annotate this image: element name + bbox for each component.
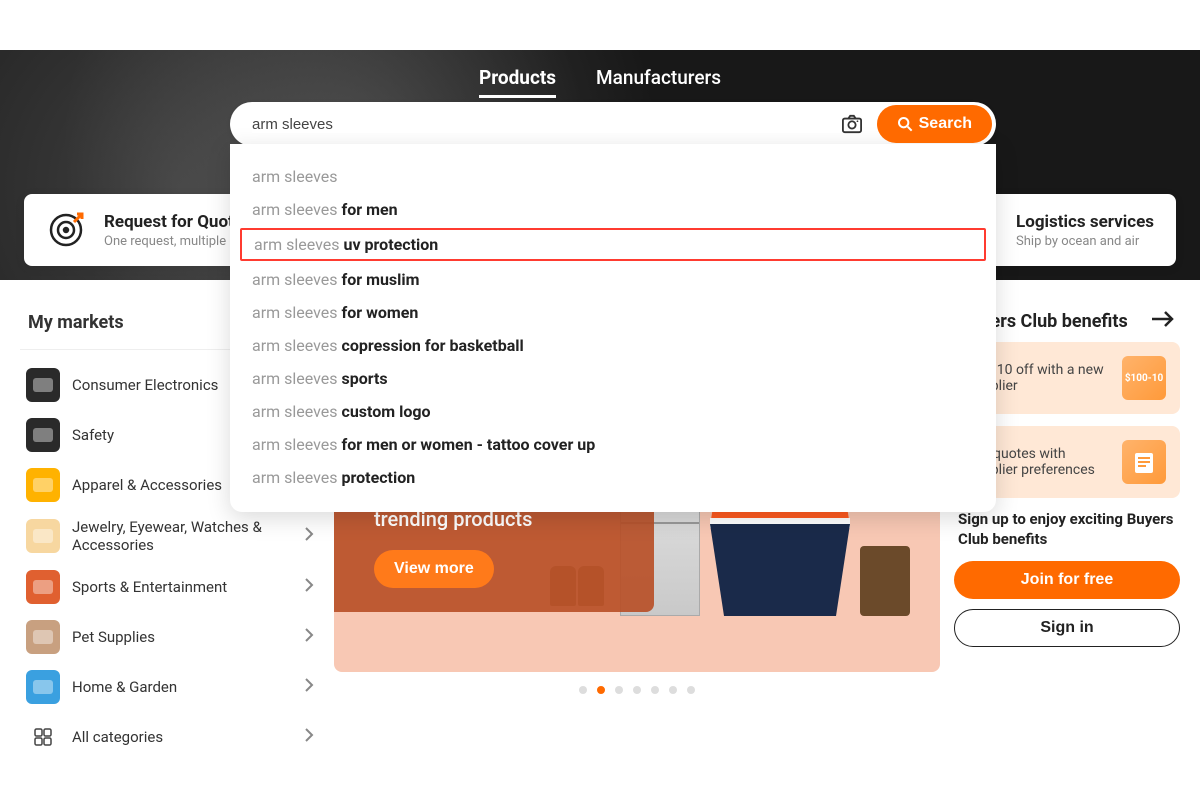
suggestion-item[interactable]: arm sleeves for men or women - tattoo co… [230,428,996,461]
logistics-title: Logistics services [1016,212,1154,232]
chevron-right-icon [304,577,314,597]
chevron-right-icon [304,627,314,647]
signin-button[interactable]: Sign in [954,609,1180,647]
category-icon [26,720,60,754]
carousel-dot[interactable] [615,686,623,694]
product-bag [860,546,910,616]
suggestion-item[interactable]: arm sleeves for women [230,296,996,329]
search-input[interactable] [252,116,841,133]
chevron-right-icon [304,727,314,747]
suggestion-item[interactable]: arm sleeves for muslim [230,263,996,296]
category-item[interactable]: Home & Garden [20,662,320,712]
suggestion-item[interactable]: arm sleeves for men [230,193,996,226]
logistics-subtitle: Ship by ocean and air [1016,234,1154,249]
category-icon [26,570,60,604]
category-icon [26,620,60,654]
search-button-label: Search [919,115,972,133]
signup-prompt: Sign up to enjoy exciting Buyers Club be… [958,510,1180,549]
carousel-dot[interactable] [669,686,677,694]
category-label: All categories [72,728,304,746]
category-icon [26,468,60,502]
view-more-button[interactable]: View more [374,550,494,588]
carousel-dot[interactable] [651,686,659,694]
suggestion-item[interactable]: arm sleeves copression for basketball [230,329,996,362]
target-icon [46,210,86,250]
coupon-icon: $100-10 [1122,356,1166,400]
search-bar: Search [230,102,996,146]
category-icon [26,670,60,704]
carousel-dot[interactable] [579,686,587,694]
image-search-icon[interactable] [841,114,863,134]
suggestion-item[interactable]: arm sleeves uv protection [240,228,986,261]
category-icon [26,519,60,553]
category-label: Jewelry, Eyewear, Watches & Accessories [72,518,304,554]
category-item[interactable]: All categories [20,712,320,762]
tab-products[interactable]: Products [479,66,556,98]
arrow-right-icon [1150,310,1176,332]
category-icon [26,418,60,452]
carousel-dots [334,686,940,694]
suggestion-item[interactable]: arm sleeves custom logo [230,395,996,428]
search-suggestions: arm sleevesarm sleeves for menarm sleeve… [230,144,996,512]
tab-manufacturers[interactable]: Manufacturers [596,66,721,98]
search-container: Search arm sleevesarm sleeves for menarm… [230,102,996,512]
category-label: Home & Garden [72,678,304,696]
join-button[interactable]: Join for free [954,561,1180,599]
chevron-right-icon [304,677,314,697]
chevron-right-icon [304,526,314,546]
search-tabs: Products Manufacturers [0,66,1200,98]
category-label: Sports & Entertainment [72,578,304,596]
carousel-dot[interactable] [597,686,605,694]
category-item[interactable]: Pet Supplies [20,612,320,662]
category-icon [26,368,60,402]
carousel-dot[interactable] [633,686,641,694]
search-button[interactable]: Search [877,105,992,143]
carousel-dot[interactable] [687,686,695,694]
category-label: Pet Supplies [72,628,304,646]
suggestion-item[interactable]: arm sleeves [230,160,996,193]
suggestion-item[interactable]: arm sleeves sports [230,362,996,395]
notepad-icon [1122,440,1166,484]
category-item[interactable]: Sports & Entertainment [20,562,320,612]
suggestion-item[interactable]: arm sleeves protection [230,461,996,494]
logistics-section[interactable]: Logistics services Ship by ocean and air [1016,212,1154,249]
category-item[interactable]: Jewelry, Eyewear, Watches & Accessories [20,510,320,562]
